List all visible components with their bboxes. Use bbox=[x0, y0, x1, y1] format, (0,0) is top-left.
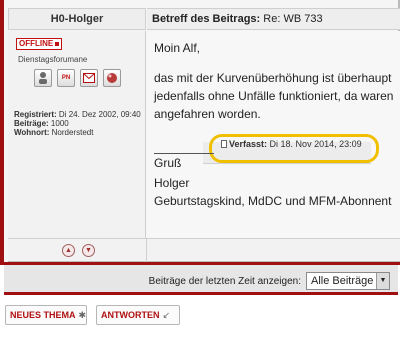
signature-line-1: Gruß bbox=[154, 156, 182, 170]
subject-label: Betreff des Beitrags: bbox=[152, 13, 261, 25]
www-icon[interactable] bbox=[103, 69, 121, 87]
signature-line-3: Geburtstagskind, MdDC und MFM-Abonnent bbox=[154, 194, 392, 208]
registered-row: Registriert: Di 24. Dez 2002, 09:40 bbox=[14, 110, 141, 119]
filter-label: Beiträge der letzten Zeit anzeigen: bbox=[148, 276, 301, 287]
registered-value: Di 24. Dez 2002, 09:40 bbox=[58, 110, 141, 119]
body-line-1: das mit der Kurvenüberhöhung ist überhau… bbox=[154, 71, 392, 85]
body-line-2: jedenfalls ohne Unfälle funktioniert, da… bbox=[154, 89, 394, 103]
greeting: Moin Alf, bbox=[154, 41, 201, 55]
author-name-header[interactable]: H0-Holger bbox=[8, 8, 146, 30]
post-footer: ▲ ▼ bbox=[8, 238, 400, 263]
post-table: H0-Holger Betreff des Beitrags: Re: WB 7… bbox=[0, 0, 400, 263]
posts-label: Beiträge: bbox=[14, 119, 49, 128]
status-badge: OFFLINE bbox=[16, 38, 63, 50]
filter-bar: Beiträge der letzten Zeit anzeigen: Alle… bbox=[4, 265, 398, 295]
profile-icon[interactable] bbox=[34, 69, 52, 87]
email-icon[interactable] bbox=[80, 69, 98, 87]
author-profile: OFFLINE Dienstagsforumane PN Registriert… bbox=[8, 31, 146, 238]
star-icon: ✱ bbox=[78, 310, 87, 320]
residence-row: Wohnort: Norderstedt bbox=[14, 128, 141, 137]
posts-value[interactable]: 1000 bbox=[51, 119, 69, 128]
down-arrow-icon[interactable]: ▼ bbox=[82, 244, 95, 257]
filter-select-value: Alle Beiträge bbox=[311, 275, 374, 287]
posts-row: Beiträge: 1000 bbox=[14, 119, 141, 128]
body-line-3: angefahren worden. bbox=[154, 107, 261, 121]
residence-label: Wohnort: bbox=[14, 128, 50, 137]
reply-arrow-icon: ↙ bbox=[162, 310, 171, 320]
pm-label: PN bbox=[61, 75, 71, 81]
filter-select[interactable]: Alle Beiträge ▼ bbox=[306, 272, 390, 290]
footer-divider bbox=[146, 239, 147, 263]
reply-label: ANTWORTEN bbox=[101, 310, 160, 320]
signature-divider bbox=[154, 153, 214, 154]
user-stats: Registriert: Di 24. Dez 2002, 09:40 Beit… bbox=[14, 110, 141, 137]
status-label: OFFLINE bbox=[19, 39, 54, 48]
residence-value: Norderstedt bbox=[51, 128, 94, 137]
reply-button[interactable]: ANTWORTEN ↙ bbox=[96, 305, 180, 325]
chevron-down-icon[interactable]: ▼ bbox=[376, 273, 389, 289]
signature-line-2: Holger bbox=[154, 176, 190, 190]
registered-label: Registriert: bbox=[14, 110, 57, 119]
pm-icon[interactable]: PN bbox=[57, 69, 75, 87]
subject-value[interactable]: Re: WB 733 bbox=[263, 13, 322, 25]
highlight-ring bbox=[209, 134, 379, 163]
new-topic-button[interactable]: NEUES THEMA ✱ bbox=[5, 305, 87, 325]
subject-header: Betreff des Beitrags: Re: WB 733 bbox=[147, 8, 400, 30]
offline-square-icon bbox=[55, 41, 60, 46]
new-topic-label: NEUES THEMA bbox=[10, 310, 76, 320]
user-rank: Dienstagsforumane bbox=[18, 55, 88, 64]
message-body: Moin Alf, das mit der Kurvenüberhöhung i… bbox=[147, 31, 400, 238]
up-arrow-icon[interactable]: ▲ bbox=[62, 244, 75, 257]
